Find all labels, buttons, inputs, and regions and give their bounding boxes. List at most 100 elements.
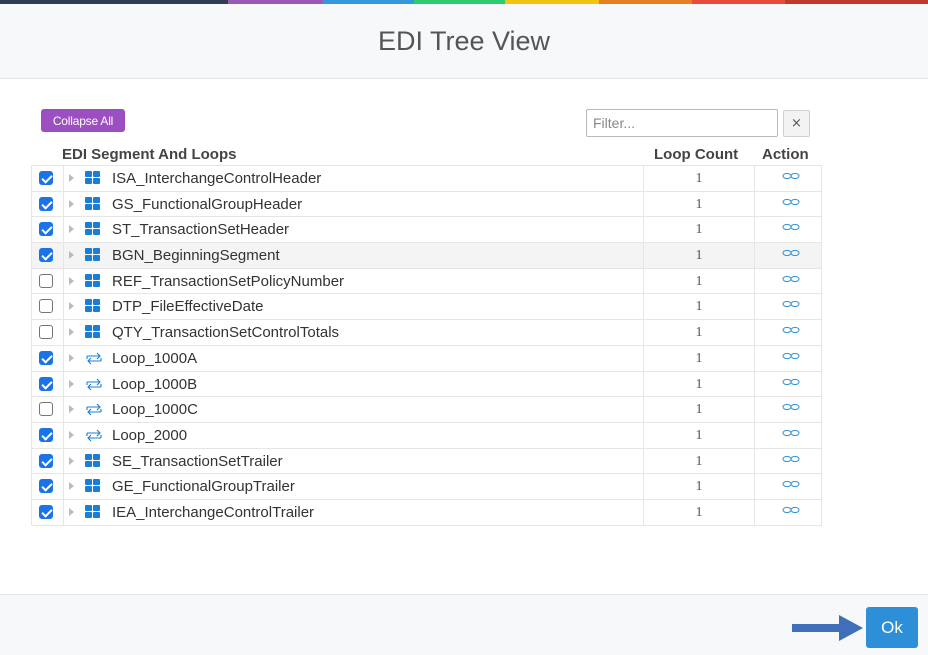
row-checkbox[interactable] — [39, 479, 53, 494]
segment-icon — [85, 196, 101, 211]
dialog-header: EDI Tree View — [0, 4, 928, 79]
segment-name: REF_TransactionSetPolicyNumber — [112, 272, 345, 290]
row-checkbox[interactable] — [39, 376, 53, 391]
link-icon[interactable] — [782, 427, 800, 439]
expand-caret-icon[interactable] — [69, 353, 74, 362]
row-checkbox[interactable] — [39, 350, 53, 365]
link-icon[interactable] — [782, 504, 800, 516]
expand-caret-icon[interactable] — [69, 199, 74, 208]
expand-caret-icon[interactable] — [69, 405, 74, 414]
table-row[interactable]: ST_TransactionSetHeader 1 — [31, 217, 822, 244]
expand-caret-icon[interactable] — [69, 482, 74, 491]
column-divider — [754, 371, 755, 397]
row-checkbox[interactable] — [39, 325, 53, 340]
column-divider — [754, 499, 755, 525]
expand-caret-icon[interactable] — [69, 507, 74, 516]
link-icon[interactable] — [782, 453, 800, 465]
expand-caret-icon[interactable] — [69, 379, 74, 388]
row-checkbox[interactable] — [39, 504, 53, 519]
table-row[interactable]: Loop_1000C 1 — [31, 397, 822, 423]
link-icon[interactable] — [782, 196, 800, 208]
row-checkbox[interactable] — [39, 222, 53, 237]
link-icon[interactable] — [782, 324, 800, 336]
dialog-title: EDI Tree View — [377, 26, 551, 56]
table-row[interactable]: DTP_FileEffectiveDate 1 — [31, 294, 822, 321]
link-icon[interactable] — [782, 247, 800, 259]
table-row[interactable]: Loop_2000 1 — [31, 422, 822, 449]
segment-name: Loop_1000C — [112, 401, 198, 419]
column-divider — [754, 448, 755, 474]
row-checkbox[interactable] — [39, 196, 53, 211]
link-icon[interactable] — [782, 170, 800, 182]
segment-icon — [85, 453, 101, 468]
column-divider — [63, 166, 64, 191]
row-checkbox[interactable] — [39, 453, 53, 468]
segment-icon — [85, 504, 101, 519]
column-divider — [754, 217, 755, 243]
collapse-all-button[interactable]: Collapse All — [41, 109, 125, 132]
loop-count-value: 1 — [695, 273, 703, 289]
link-icon[interactable] — [782, 273, 800, 285]
column-divider — [754, 191, 755, 217]
table-row[interactable]: SE_TransactionSetTrailer 1 — [31, 448, 822, 475]
segment-icon — [85, 479, 101, 493]
table-row[interactable]: BGN_BeginningSegment 1 — [31, 243, 822, 269]
segment-icon — [85, 248, 101, 262]
column-divider — [754, 474, 755, 499]
loop-count-value: 1 — [695, 325, 703, 341]
expand-caret-icon[interactable] — [69, 302, 74, 311]
expand-caret-icon[interactable] — [69, 174, 74, 182]
row-checkbox[interactable] — [39, 402, 53, 417]
segment-name: IEA_InterchangeControlTrailer — [112, 503, 315, 521]
table-row[interactable]: QTY_TransactionSetControlTotals 1 — [31, 320, 822, 346]
expand-caret-icon[interactable] — [69, 456, 74, 465]
column-divider — [63, 191, 64, 217]
table-row[interactable]: Loop_1000A 1 — [31, 345, 822, 372]
column-divider — [754, 345, 755, 371]
row-checkbox[interactable] — [39, 299, 53, 314]
column-divider — [63, 268, 64, 294]
table-row[interactable]: Loop_1000B 1 — [31, 371, 822, 398]
column-divider — [754, 397, 755, 422]
column-divider — [754, 268, 755, 294]
ok-button[interactable]: Ok — [866, 607, 918, 648]
segment-icon — [85, 222, 101, 236]
column-divider — [63, 345, 64, 371]
link-icon[interactable] — [782, 376, 800, 388]
loop-count-value: 1 — [695, 350, 703, 366]
column-divider — [63, 448, 64, 474]
loop-count-value: 1 — [695, 504, 703, 520]
link-icon[interactable] — [782, 478, 800, 490]
arrow-right-icon — [792, 615, 863, 641]
clear-filter-button[interactable]: × — [783, 110, 810, 137]
row-checkbox[interactable] — [39, 273, 53, 288]
link-icon[interactable] — [782, 221, 800, 233]
row-checkbox[interactable] — [39, 171, 53, 185]
segment-name: QTY_TransactionSetControlTotals — [112, 324, 340, 342]
filter-input[interactable] — [586, 109, 778, 137]
expand-caret-icon[interactable] — [69, 276, 74, 285]
column-divider — [754, 166, 755, 191]
link-icon[interactable] — [782, 401, 800, 413]
segment-name: Loop_1000A — [112, 349, 198, 367]
loop-count-value: 1 — [695, 453, 703, 469]
table-row[interactable]: REF_TransactionSetPolicyNumber 1 — [31, 268, 822, 295]
table-row[interactable]: GS_FunctionalGroupHeader 1 — [31, 191, 822, 218]
header-loop-count: Loop Count — [654, 146, 739, 163]
link-icon[interactable] — [782, 298, 800, 310]
column-divider — [63, 217, 64, 243]
expand-caret-icon[interactable] — [69, 328, 74, 337]
row-checkbox[interactable] — [39, 248, 53, 263]
table-row[interactable]: IEA_InterchangeControlTrailer 1 — [31, 499, 822, 526]
expand-caret-icon[interactable] — [69, 430, 74, 439]
table-row[interactable]: ISA_InterchangeControlHeader 1 — [31, 166, 822, 192]
row-checkbox[interactable] — [39, 427, 53, 442]
loop-count-value: 1 — [695, 479, 703, 495]
table-row[interactable]: GE_FunctionalGroupTrailer 1 — [31, 474, 822, 500]
header-action: Action — [762, 146, 809, 163]
expand-caret-icon[interactable] — [69, 251, 74, 260]
loop-icon — [86, 429, 102, 442]
link-icon[interactable] — [782, 350, 800, 362]
segment-icon — [85, 171, 101, 185]
expand-caret-icon[interactable] — [69, 225, 74, 234]
